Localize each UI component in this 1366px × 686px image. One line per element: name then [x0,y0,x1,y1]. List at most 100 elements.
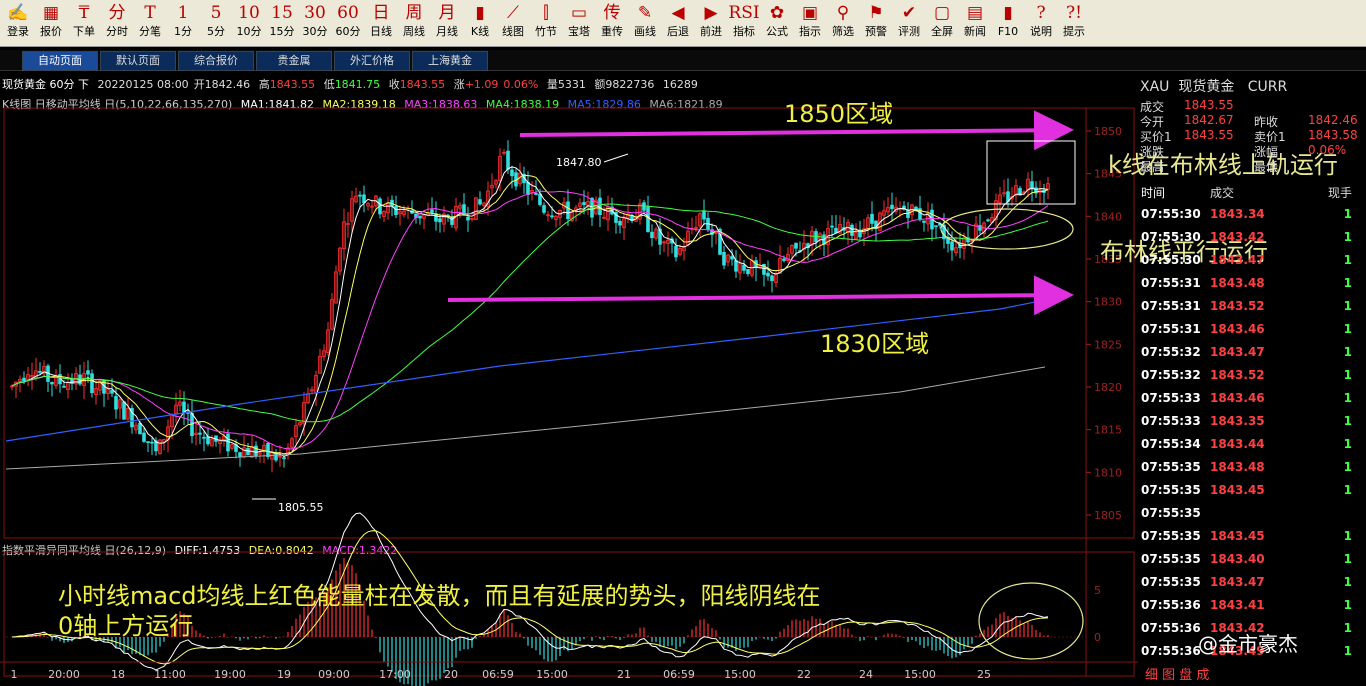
candle-body [110,390,114,394]
toolbar-周线-button[interactable]: 周周线 [398,2,430,44]
toolbar-后退-button[interactable]: ◀ 后退 [662,2,694,44]
toolbar-分笔-button[interactable]: T 分笔 [134,2,166,44]
tick-price: 1843.46 [1210,391,1265,405]
candle-body [782,258,786,261]
tick-volume: 1 [1343,598,1352,612]
time-tick-label: 18 [111,668,125,681]
quote-header: XAU 现货黄金 CURR [1140,76,1287,96]
toolbar-15分-button[interactable]: 15 15分 [266,2,298,44]
ma3-line [11,190,1049,450]
toolbar-评测-button[interactable]: ✔ 评测 [893,2,925,44]
toolbar-竹节-button[interactable]: ⫿ 竹节 [530,2,562,44]
time-tick-label: 15:00 [724,668,756,681]
toolbar-说明-button[interactable]: ? 说明 [1025,2,1057,44]
zone-1830-label: 1830区域 [820,330,930,358]
tick-volume: 1 [1343,299,1352,313]
toolbar-分时-button[interactable]: 分分时 [101,2,133,44]
tick-row: 07:55:35 1843.48 1 [1138,460,1366,483]
candle-body [506,150,510,170]
ticks-header: 时间 成交 现手 [1138,184,1366,207]
tab-综合报价[interactable]: 综合报价 [178,51,254,71]
toolbar-新闻-button[interactable]: ▤ 新闻 [959,2,991,44]
time-tick-label: 17:00 [379,668,411,681]
toolbar-登录-button[interactable]: ✍ 登录 [2,2,34,44]
toolbar-label: 评测 [898,25,920,38]
toolbar-重传-button[interactable]: 传重传 [596,2,628,44]
toolbar-全屏-button[interactable]: ▢ 全屏 [926,2,958,44]
toolbar-报价-button[interactable]: ▦ 报价 [35,2,67,44]
tick-row: 07:55:31 1843.46 1 [1138,322,1366,345]
toolbar-筛选-button[interactable]: ⚲ 筛选 [827,2,859,44]
toolbar-K线-button[interactable]: ▮ K线 [464,2,496,44]
tick-time: 07:55:36 [1141,621,1201,635]
quote-symbol: XAU [1140,79,1170,95]
tick-row: 07:55:34 1843.44 1 [1138,437,1366,460]
toolbar-1分-button[interactable]: 1 1分 [167,2,199,44]
toolbar-label: 指标 [733,25,755,38]
candle-body [702,210,706,220]
toolbar-下单-button[interactable]: ₸ 下单 [68,2,100,44]
quote-value: 1843.55 [1184,128,1234,142]
toolbar-线图-button[interactable]: ⟋ 线图 [497,2,529,44]
candle-body [734,260,738,272]
macd-tick-label: 5 [1094,584,1101,597]
candle-body [722,252,726,266]
tick-time: 07:55:31 [1141,276,1201,290]
toolbar-指示-button[interactable]: ▣ 指示 [794,2,826,44]
toolbar-前进-button[interactable]: ▶ 前进 [695,2,727,44]
toolbar-指标-button[interactable]: RSI 指标 [728,2,760,44]
panel-bottom-tabs[interactable]: 细 图 盘 成 [1145,664,1209,683]
tick-price: 1843.48 [1210,460,1265,474]
candle-body [794,242,798,249]
toolbar-icon: 30 [304,3,326,23]
toolbar-label: 宝塔 [568,25,590,38]
toolbar-label: 登录 [7,25,29,38]
toolbar-label: 重传 [601,25,623,38]
tab-上海黄金[interactable]: 上海黄金 [412,51,488,71]
toolbar-F10-button[interactable]: ▮ F10 [992,2,1024,44]
toolbar-提示-button[interactable]: ?! 提示 [1058,2,1090,44]
candle-body [282,457,286,460]
tick-time: 07:55:36 [1141,644,1201,658]
tab-默认页面[interactable]: 默认页面 [100,51,176,71]
toolbar-icon: RSI [728,3,760,23]
candle-body [430,209,434,213]
toolbar-label: 5分 [207,25,225,38]
tab-贵金属[interactable]: 贵金属 [256,51,332,71]
tick-time: 07:55:35 [1141,460,1201,474]
candle-body [550,215,554,218]
tick-row: 07:55:35 1843.45 1 [1138,483,1366,506]
candle-body [142,432,146,442]
tab-自动页面[interactable]: 自动页面 [22,51,98,71]
tick-price: 1843.47 [1210,575,1265,589]
toolbar-月线-button[interactable]: 月月线 [431,2,463,44]
quote-label: 最低 [1254,160,1279,174]
toolbar-60分-button[interactable]: 60 60分 [332,2,364,44]
candle-body [542,205,546,213]
candle-body [358,194,362,197]
toolbar-预警-button[interactable]: ⚑ 预警 [860,2,892,44]
toolbar-label: 提示 [1063,25,1085,38]
toolbar-icon: ⟋ [507,3,519,23]
toolbar-label: 分笔 [139,25,161,38]
toolbar-宝塔-button[interactable]: ▭ 宝塔 [563,2,595,44]
candle-body [742,264,746,271]
toolbar-icon: 1 [177,3,189,23]
price-tick-label: 1820 [1094,381,1122,394]
time-tick-label: 25 [977,668,991,681]
toolbar-label: 说明 [1030,25,1052,38]
toolbar-icon: ✍ [7,3,29,23]
ma4-line [11,203,1049,423]
time-tick-label: 11:00 [154,668,186,681]
toolbar-5分-button[interactable]: 5 5分 [200,2,232,44]
price-tick-label: 1810 [1094,466,1122,479]
toolbar-画线-button[interactable]: ✎ 画线 [629,2,661,44]
candle-body [90,373,94,394]
toolbar-公式-button[interactable]: ✿ 公式 [761,2,793,44]
toolbar-10分-button[interactable]: 10 10分 [233,2,265,44]
toolbar-30分-button[interactable]: 30 30分 [299,2,331,44]
time-tick-label: 15:00 [536,668,568,681]
candle-body [746,269,750,275]
toolbar-日线-button[interactable]: 日日线 [365,2,397,44]
tab-外汇价格[interactable]: 外汇价格 [334,51,410,71]
